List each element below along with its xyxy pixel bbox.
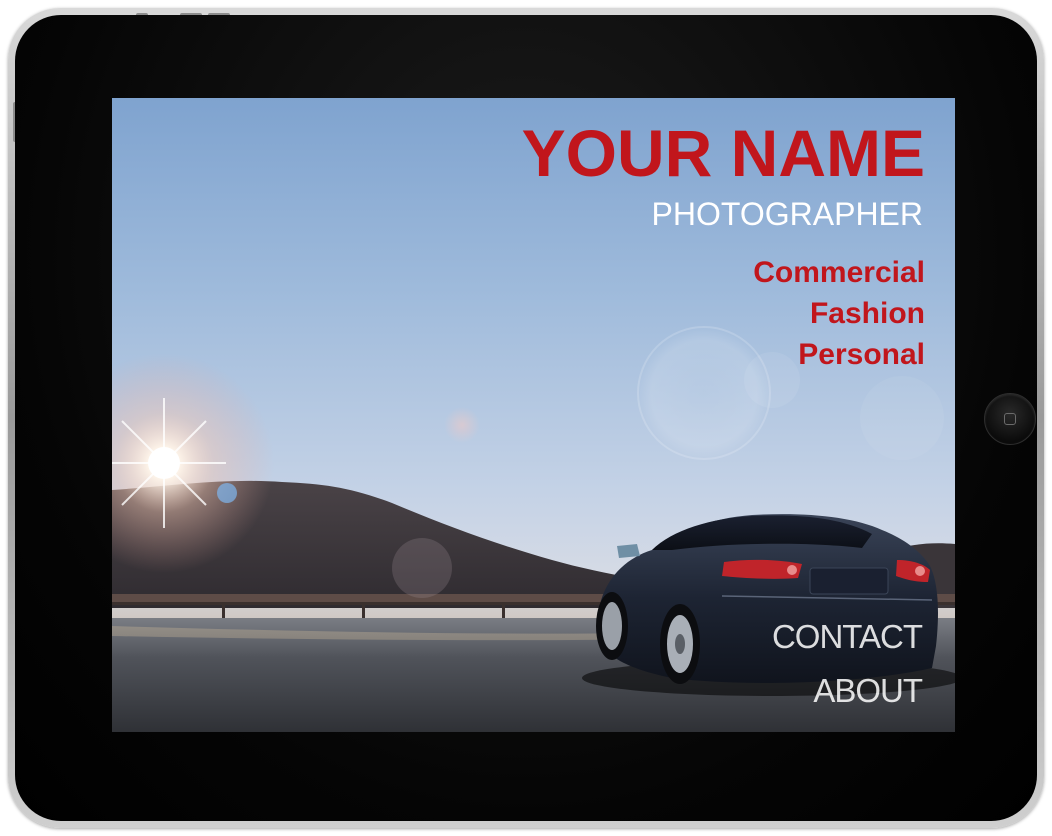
page-subtitle: PHOTOGRAPHER bbox=[651, 196, 923, 232]
app-screen: YOUR NAME PHOTOGRAPHER Commercial Fashio… bbox=[112, 98, 955, 732]
home-button[interactable] bbox=[984, 393, 1036, 445]
menu-item-fashion[interactable]: Fashion bbox=[753, 293, 925, 334]
contact-link[interactable]: CONTACT bbox=[772, 618, 923, 656]
category-menu: Commercial Fashion Personal bbox=[753, 252, 925, 375]
about-link[interactable]: ABOUT bbox=[813, 672, 923, 710]
menu-item-commercial[interactable]: Commercial bbox=[753, 252, 925, 293]
home-square-icon bbox=[1004, 413, 1016, 425]
page-title: YOUR NAME bbox=[521, 116, 925, 190]
menu-item-personal[interactable]: Personal bbox=[753, 334, 925, 375]
